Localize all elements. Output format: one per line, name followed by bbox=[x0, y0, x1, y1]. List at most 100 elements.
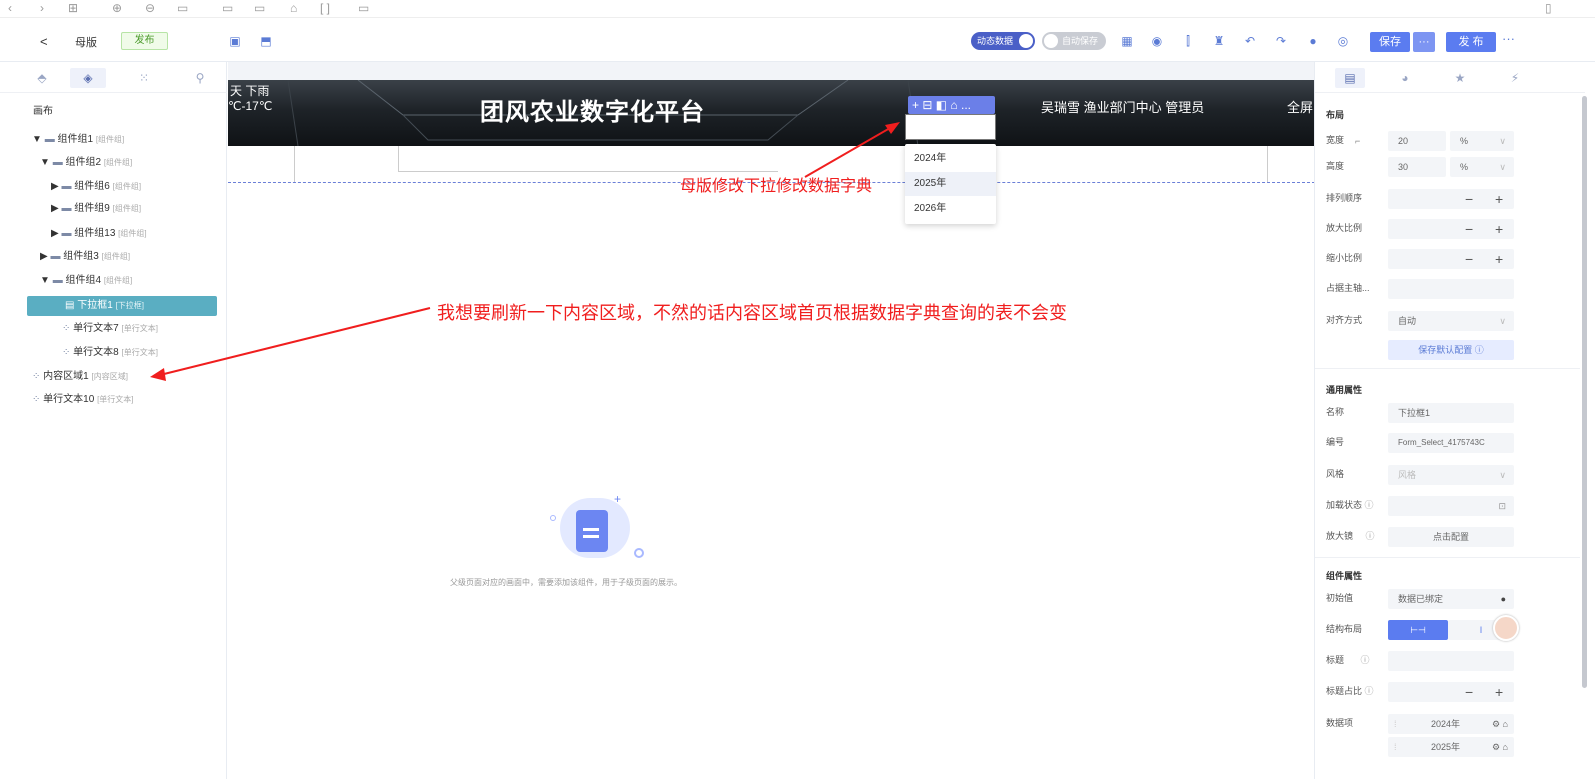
fullscreen-button[interactable]: 全屏 bbox=[1287, 97, 1313, 116]
publish-button[interactable]: 发 布 bbox=[1446, 32, 1496, 52]
back-icon[interactable]: ‹ bbox=[8, 1, 12, 15]
data-item-row[interactable]: ⁞ 2025年 ⚙ ⌂ bbox=[1388, 737, 1514, 757]
tree-item-text8[interactable]: ⁘ 单行文本8 [单行文本] bbox=[62, 343, 158, 363]
initial-value-label: 初始值 bbox=[1326, 593, 1354, 603]
loading-input[interactable]: ⊡ bbox=[1388, 496, 1514, 516]
height-input[interactable]: 30 bbox=[1388, 157, 1446, 177]
forward-icon[interactable]: › bbox=[40, 1, 44, 15]
design-canvas[interactable]: 天 下雨 ℃-17℃ 团风农业数字化平台 吴瑞雪 渔业部门中心 管理员 全屏 +… bbox=[228, 62, 1315, 779]
zoom-in-icon[interactable]: ⊕ bbox=[112, 1, 122, 15]
database-icon[interactable]: ◉ bbox=[1150, 34, 1164, 48]
data-item-row[interactable]: ⁞ 2024年 ⚙ ⌂ bbox=[1388, 714, 1514, 734]
doc-icon[interactable]: ▭ bbox=[358, 1, 369, 15]
tree-item-select1[interactable]: ▤ 下拉框1 [下拉框] bbox=[27, 296, 217, 316]
redo-icon[interactable]: ↷ bbox=[1274, 34, 1288, 48]
title-ratio-plus-button[interactable]: + bbox=[1495, 682, 1503, 702]
shrink-minus-button[interactable]: − bbox=[1465, 249, 1473, 269]
order-minus-button[interactable]: − bbox=[1465, 189, 1473, 209]
name-input[interactable]: 下拉框1 bbox=[1388, 403, 1514, 423]
undo-icon[interactable]: ↶ bbox=[1243, 34, 1257, 48]
back-button[interactable]: < bbox=[40, 34, 48, 49]
link-lock-icon[interactable]: ⌐ bbox=[1355, 136, 1360, 146]
order-plus-button[interactable]: + bbox=[1495, 189, 1503, 209]
frame2-icon[interactable]: ▭ bbox=[254, 1, 265, 15]
copy-icon[interactable]: ▯ bbox=[1545, 1, 1552, 15]
clean-icon[interactable]: ⬒ bbox=[259, 34, 273, 48]
tree-item-group6[interactable]: ▶ ▬ 组件组6 [组件组] bbox=[51, 177, 141, 197]
magnifier-config-button[interactable]: 点击配置 bbox=[1388, 527, 1514, 547]
tree-item-group13[interactable]: ▶ ▬ 组件组13 [组件组] bbox=[51, 224, 147, 244]
tab-layers[interactable]: ◈ bbox=[70, 68, 106, 88]
expand-arrow-icon[interactable]: ▼ bbox=[32, 134, 42, 145]
save-default-button[interactable]: 保存默认配置 ⓘ bbox=[1388, 340, 1514, 360]
height-unit-select[interactable]: % ∨ bbox=[1450, 157, 1514, 177]
history-icon[interactable]: ● bbox=[1306, 34, 1320, 48]
grid-icon[interactable]: ⊞ bbox=[68, 1, 78, 15]
preview-icon[interactable]: ◎ bbox=[1336, 34, 1350, 48]
component-toolbar[interactable]: + ⊟ ◧ ⌂ ... bbox=[908, 96, 995, 114]
tab-components[interactable]: ⬘ bbox=[24, 68, 60, 88]
avatar[interactable] bbox=[1493, 615, 1519, 641]
bracket-icon[interactable]: [ ] bbox=[320, 1, 330, 15]
expand-arrow-icon[interactable]: ▼ bbox=[40, 275, 50, 286]
magnifier-label: 放大镜 ⓘ bbox=[1326, 531, 1375, 541]
tree-item-group2[interactable]: ▼ ▬ 组件组2 [组件组] bbox=[40, 153, 132, 173]
tab-events[interactable]: ⚡ bbox=[1500, 68, 1530, 88]
zoom-out-icon[interactable]: ⊖ bbox=[145, 1, 155, 15]
shirt-icon[interactable]: ♜ bbox=[1212, 34, 1226, 48]
tab-users[interactable]: ⚲ bbox=[182, 68, 218, 88]
page-title: 母版 bbox=[75, 37, 97, 49]
dynamic-data-toggle[interactable]: 动态数据 bbox=[971, 32, 1035, 50]
title-ratio-minus-button[interactable]: − bbox=[1465, 682, 1473, 702]
expand-arrow-icon[interactable]: ▼ bbox=[40, 157, 50, 168]
tree-item-group4[interactable]: ▼ ▬ 组件组4 [组件组] bbox=[40, 271, 132, 291]
frame-icon[interactable]: ▭ bbox=[222, 1, 233, 15]
align-select[interactable]: 自动 ∨ bbox=[1388, 311, 1514, 331]
year-select-menu: 2024年 2025年 2026年 bbox=[905, 144, 996, 224]
option-2025[interactable]: 2025年 bbox=[905, 172, 996, 196]
tab-favorites[interactable]: ★ bbox=[1445, 68, 1475, 88]
tab-properties[interactable]: ▤ bbox=[1335, 68, 1365, 88]
grow-minus-button[interactable]: − bbox=[1465, 219, 1473, 239]
expand-arrow-icon[interactable]: ▶ bbox=[51, 181, 59, 192]
width-unit-select[interactable]: % ∨ bbox=[1450, 131, 1514, 151]
layout-icon[interactable]: ▣ bbox=[228, 34, 242, 48]
tree-item-group9[interactable]: ▶ ▬ 组件组9 [组件组] bbox=[51, 199, 141, 219]
option-2026[interactable]: 2026年 bbox=[905, 197, 996, 221]
grow-label: 放大比例 bbox=[1326, 223, 1363, 233]
tree-item-group1[interactable]: ▼ ▬ 组件组1 [组件组] bbox=[32, 130, 124, 150]
save-button[interactable]: 保存 bbox=[1370, 32, 1410, 52]
width-input[interactable]: 20 bbox=[1388, 131, 1446, 151]
save-more-button[interactable]: ··· bbox=[1413, 32, 1435, 52]
scrollbar[interactable] bbox=[1582, 96, 1587, 688]
toggle-knob bbox=[1019, 34, 1033, 48]
expand-arrow-icon[interactable]: ▶ bbox=[51, 203, 59, 214]
title-input[interactable] bbox=[1388, 651, 1514, 671]
shrink-plus-button[interactable]: + bbox=[1495, 249, 1503, 269]
autosave-toggle[interactable]: 自动保存 bbox=[1042, 32, 1106, 50]
tree-item-group3[interactable]: ▶ ▬ 组件组3 [组件组] bbox=[40, 247, 130, 267]
tab-style[interactable]: ◕ bbox=[1390, 68, 1420, 88]
year-select[interactable]: 2025年 bbox=[905, 114, 996, 140]
expand-arrow-icon[interactable]: ▶ bbox=[40, 251, 48, 262]
option-2024[interactable]: 2024年 bbox=[905, 147, 996, 171]
expand-arrow-icon[interactable]: ▶ bbox=[51, 228, 59, 239]
screen-icon[interactable]: ▭ bbox=[177, 1, 188, 15]
tree-root[interactable]: 画布 bbox=[33, 102, 53, 122]
align-icon[interactable]: ⫿ bbox=[1181, 34, 1195, 48]
tab-grid[interactable]: ⁙ bbox=[126, 68, 162, 88]
grow-plus-button[interactable]: + bbox=[1495, 219, 1503, 239]
id-input[interactable]: Form_Select_4175743C bbox=[1388, 433, 1514, 453]
style-select[interactable]: 风格 ∨ bbox=[1388, 465, 1514, 485]
tree-item-text7[interactable]: ⁘ 单行文本7 [单行文本] bbox=[62, 319, 158, 339]
overflow-menu-icon[interactable]: ··· bbox=[1502, 31, 1515, 46]
horizontal-layout-button[interactable]: ⊢⊣ bbox=[1388, 620, 1448, 640]
basis-input[interactable] bbox=[1388, 279, 1514, 299]
tree-item-text10[interactable]: ⁘ 单行文本10 [单行文本] bbox=[32, 390, 134, 410]
weather-text: 天 下雨 bbox=[230, 84, 270, 98]
save-icon[interactable]: ▦ bbox=[1120, 34, 1134, 48]
initial-value-field[interactable]: 数据已绑定 ● bbox=[1388, 589, 1514, 609]
tree-item-content-area1[interactable]: ⁘ 内容区域1 [内容区域] bbox=[32, 367, 128, 387]
lock-icon[interactable]: ⌂ bbox=[290, 1, 297, 15]
header-banner: 天 下雨 ℃-17℃ 团风农业数字化平台 吴瑞雪 渔业部门中心 管理员 全屏 bbox=[228, 80, 1315, 146]
